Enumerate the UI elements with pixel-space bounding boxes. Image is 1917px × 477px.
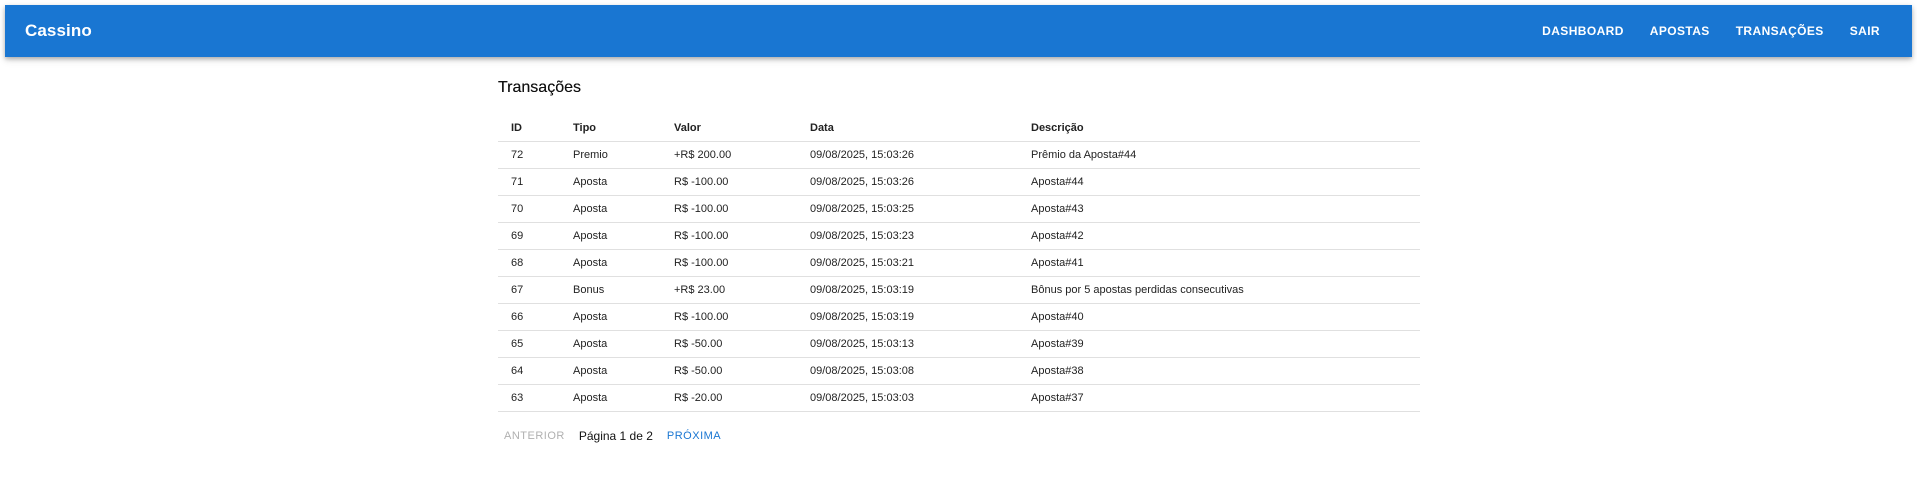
cell-valor: R$ -50.00 (661, 330, 797, 358)
table-body: 72 Premio +R$ 200.00 09/08/2025, 15:03:26 Pr… (498, 141, 1420, 412)
cell-data: 09/08/2025, 15:03:26 (797, 141, 1018, 169)
cell-descricao: Aposta#44 (1018, 168, 1420, 196)
nav-dashboard[interactable]: DASHBOARD (1532, 16, 1634, 46)
top-nav: DASHBOARD APOSTAS TRANSAÇÕES SAIR (1532, 5, 1892, 57)
cell-descricao: Prêmio da Aposta#44 (1018, 141, 1420, 169)
cell-id: 64 (498, 357, 560, 385)
cell-tipo: Aposta (560, 303, 661, 331)
cell-data: 09/08/2025, 15:03:08 (797, 357, 1018, 385)
cell-descricao: Aposta#42 (1018, 222, 1420, 250)
nav-apostas[interactable]: APOSTAS (1640, 16, 1720, 46)
cell-valor: R$ -100.00 (661, 249, 797, 277)
cell-valor: R$ -100.00 (661, 222, 797, 250)
table-row: 66 Aposta R$ -100.00 09/08/2025, 15:03:19 Ap… (498, 303, 1420, 331)
cell-tipo: Bonus (560, 276, 661, 304)
cell-id: 70 (498, 195, 560, 223)
column-header-data: Data (797, 115, 1018, 142)
table-row: 63 Aposta R$ -20.00 09/08/2025, 15:03:03 Apo… (498, 384, 1420, 412)
cell-descricao: Aposta#40 (1018, 303, 1420, 331)
cell-descricao: Aposta#37 (1018, 384, 1420, 412)
cell-valor: R$ -100.00 (661, 168, 797, 196)
column-header-valor: Valor (661, 115, 797, 142)
table-row: 64 Aposta R$ -50.00 09/08/2025, 15:03:08 Apo… (498, 357, 1420, 385)
cell-tipo: Aposta (560, 384, 661, 412)
next-page-button[interactable]: PRÓXIMA (661, 426, 727, 446)
cell-id: 65 (498, 330, 560, 358)
cell-data: 09/08/2025, 15:03:21 (797, 249, 1018, 277)
cell-id: 67 (498, 276, 560, 304)
app-bar: Cassino DASHBOARD APOSTAS TRANSAÇÕES SAI… (5, 5, 1912, 57)
cell-data: 09/08/2025, 15:03:26 (797, 168, 1018, 196)
cell-descricao: Aposta#38 (1018, 357, 1420, 385)
table-row: 70 Aposta R$ -100.00 09/08/2025, 15:03:25 Ap… (498, 195, 1420, 223)
nav-sair[interactable]: SAIR (1840, 16, 1892, 46)
cell-id: 68 (498, 249, 560, 277)
cell-descricao: Aposta#43 (1018, 195, 1420, 223)
table-row: 65 Aposta R$ -50.00 09/08/2025, 15:03:13 Apo… (498, 330, 1420, 358)
transactions-table: ID Tipo Valor Data Descrição 72 Premio +R$… (498, 115, 1420, 412)
column-header-tipo: Tipo (560, 115, 661, 142)
cell-valor: R$ -50.00 (661, 357, 797, 385)
table-row: 72 Premio +R$ 200.00 09/08/2025, 15:03:26 Pr… (498, 141, 1420, 169)
column-header-descricao: Descrição (1018, 115, 1420, 142)
cell-id: 71 (498, 168, 560, 196)
cell-data: 09/08/2025, 15:03:23 (797, 222, 1018, 250)
prev-page-button[interactable]: ANTERIOR (498, 426, 571, 446)
cell-valor: +R$ 23.00 (661, 276, 797, 304)
cell-descricao: Aposta#39 (1018, 330, 1420, 358)
cell-id: 63 (498, 384, 560, 412)
cell-data: 09/08/2025, 15:03:13 (797, 330, 1018, 358)
cell-tipo: Aposta (560, 195, 661, 223)
cell-id: 72 (498, 141, 560, 169)
table-row: 68 Aposta R$ -100.00 09/08/2025, 15:03:21 Ap… (498, 249, 1420, 277)
cell-descricao: Bônus por 5 apostas perdidas consecutiva… (1018, 276, 1420, 304)
cell-tipo: Aposta (560, 249, 661, 277)
cell-valor: R$ -100.00 (661, 195, 797, 223)
table-row: 69 Aposta R$ -100.00 09/08/2025, 15:03:23 Ap… (498, 222, 1420, 250)
cell-tipo: Aposta (560, 222, 661, 250)
cell-descricao: Aposta#41 (1018, 249, 1420, 277)
cell-tipo: Aposta (560, 357, 661, 385)
cell-valor: R$ -20.00 (661, 384, 797, 412)
page-info: Página 1 de 2 (578, 429, 653, 443)
cell-valor: R$ -100.00 (661, 303, 797, 331)
cell-data: 09/08/2025, 15:03:03 (797, 384, 1018, 412)
table-header-row: ID Tipo Valor Data Descrição (498, 115, 1420, 142)
cell-tipo: Premio (560, 141, 661, 169)
cell-valor: +R$ 200.00 (661, 141, 797, 169)
pagination: ANTERIOR Página 1 de 2 PRÓXIMA (498, 426, 1420, 446)
cell-id: 66 (498, 303, 560, 331)
cell-id: 69 (498, 222, 560, 250)
page-title: Transações (498, 79, 581, 96)
cell-tipo: Aposta (560, 330, 661, 358)
cell-data: 09/08/2025, 15:03:19 (797, 303, 1018, 331)
nav-transacoes[interactable]: TRANSAÇÕES (1726, 16, 1834, 46)
table-header: ID Tipo Valor Data Descrição (498, 115, 1420, 142)
brand-title[interactable]: Cassino (25, 21, 92, 41)
cell-tipo: Aposta (560, 168, 661, 196)
table-row: 67 Bonus +R$ 23.00 09/08/2025, 15:03:19 Bônu… (498, 276, 1420, 304)
column-header-id: ID (498, 115, 560, 142)
cell-data: 09/08/2025, 15:03:25 (797, 195, 1018, 223)
table-row: 71 Aposta R$ -100.00 09/08/2025, 15:03:26 Ap… (498, 168, 1420, 196)
main-content: Transações ID Tipo Valor Data Descrição … (498, 78, 1420, 446)
cell-data: 09/08/2025, 15:03:19 (797, 276, 1018, 304)
